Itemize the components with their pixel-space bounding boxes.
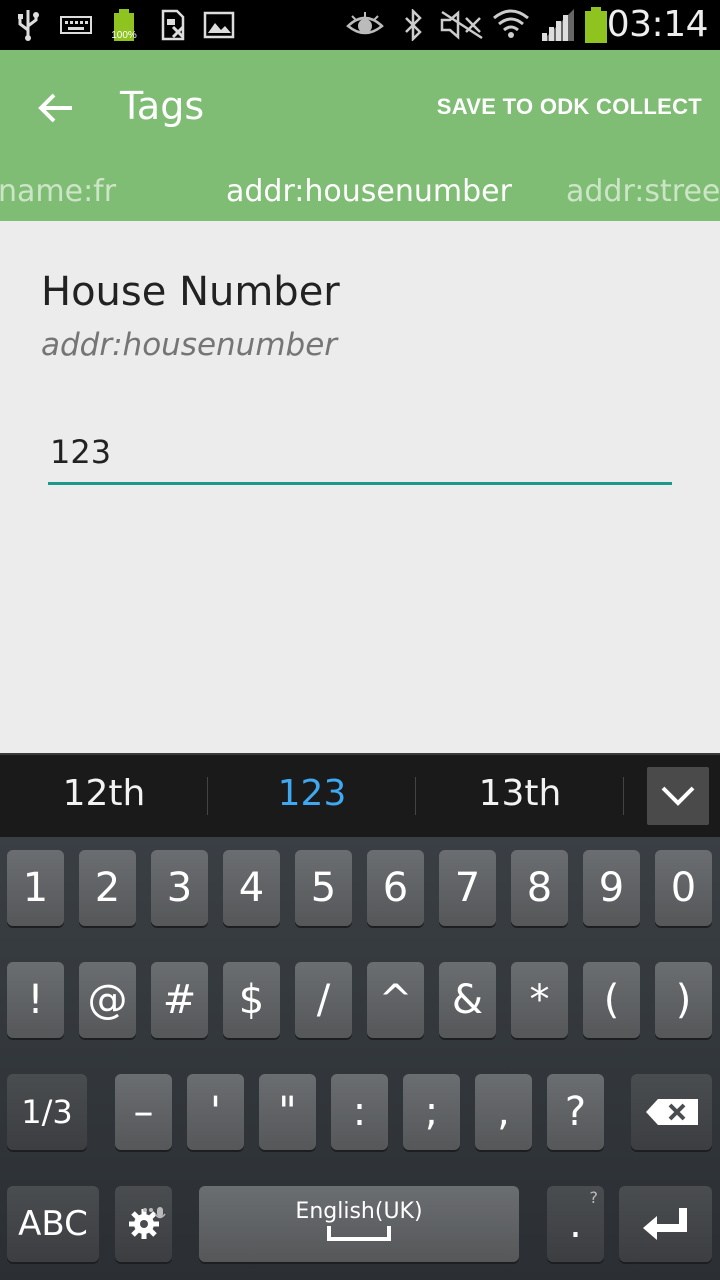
- tag-tabs: name:fr addr:housenumber addr:street: [0, 162, 720, 221]
- key-symbols-page[interactable]: 1/3: [7, 1074, 87, 1150]
- key-close-paren[interactable]: ): [655, 962, 712, 1038]
- battery-percent: 100%: [111, 30, 137, 41]
- key-6[interactable]: 6: [367, 850, 424, 926]
- eye-icon: [346, 8, 384, 42]
- enter-icon: [642, 1208, 687, 1240]
- key-dollar[interactable]: $: [223, 962, 280, 1038]
- key-1[interactable]: 1: [7, 850, 64, 926]
- suggestion-divider: [623, 777, 624, 815]
- status-bar: 100% 03:14: [0, 0, 720, 50]
- key-caret[interactable]: ^: [367, 962, 424, 1038]
- key-apostrophe[interactable]: ': [187, 1074, 244, 1150]
- tab-addr-street[interactable]: addr:street: [566, 174, 720, 209]
- field-label: House Number: [41, 269, 340, 315]
- save-to-odk-collect-button[interactable]: SAVE TO ODK COLLECT: [437, 94, 702, 120]
- tab-name-fr[interactable]: name:fr: [0, 174, 116, 209]
- key-hash[interactable]: #: [151, 962, 208, 1038]
- key-question[interactable]: ?: [547, 1074, 604, 1150]
- microphone-hint-icon: [142, 1188, 168, 1234]
- image-icon: [202, 8, 236, 42]
- arrow-left-icon: [38, 93, 72, 123]
- key-quote[interactable]: ": [259, 1074, 316, 1150]
- period-key-hint: ?: [589, 1188, 599, 1207]
- battery-small-icon: 100%: [108, 8, 140, 42]
- key-3[interactable]: 3: [151, 850, 208, 926]
- chevron-down-icon: [661, 786, 695, 806]
- back-button[interactable]: [30, 82, 82, 134]
- backspace-icon: [645, 1099, 698, 1125]
- key-exclamation[interactable]: !: [7, 962, 64, 1038]
- key-open-paren[interactable]: (: [583, 962, 640, 1038]
- settings-key[interactable]: [115, 1186, 172, 1262]
- signal-icon: [540, 8, 576, 42]
- tab-addr-housenumber[interactable]: addr:housenumber: [226, 174, 512, 209]
- key-ampersand[interactable]: &: [439, 962, 496, 1038]
- space-key-label: English(UK): [295, 1198, 423, 1224]
- space-key[interactable]: English(UK): [199, 1186, 519, 1262]
- tag-form: House Number addr:housenumber: [0, 221, 720, 753]
- status-time: 03:14: [606, 4, 709, 45]
- soft-keyboard: 12th 123 13th 1 2 3 4 5 6 7 8 9 0 ! @ # …: [0, 753, 720, 1280]
- keyboard-icon: [60, 8, 92, 42]
- period-key-label: .: [569, 1201, 582, 1247]
- mute-icon: [440, 8, 484, 42]
- key-9[interactable]: 9: [583, 850, 640, 926]
- suggestion-right[interactable]: 13th: [416, 773, 624, 814]
- house-number-input[interactable]: [48, 421, 672, 485]
- wifi-icon: [492, 8, 530, 42]
- enter-key[interactable]: [619, 1186, 712, 1262]
- key-comma[interactable]: ,: [475, 1074, 532, 1150]
- key-7[interactable]: 7: [439, 850, 496, 926]
- key-slash[interactable]: /: [295, 962, 352, 1038]
- sim-icon: [158, 8, 188, 42]
- key-0[interactable]: 0: [655, 850, 712, 926]
- usb-icon: [14, 8, 42, 42]
- key-colon[interactable]: :: [331, 1074, 388, 1150]
- key-2[interactable]: 2: [79, 850, 136, 926]
- key-4[interactable]: 4: [223, 850, 280, 926]
- page-title: Tags: [120, 84, 205, 128]
- field-key: addr:housenumber: [41, 327, 338, 363]
- key-8[interactable]: 8: [511, 850, 568, 926]
- space-bar-icon: [327, 1225, 391, 1241]
- suggestion-left[interactable]: 12th: [0, 773, 208, 814]
- key-semicolon[interactable]: ;: [403, 1074, 460, 1150]
- bluetooth-icon: [400, 8, 426, 42]
- key-asterisk[interactable]: *: [511, 962, 568, 1038]
- backspace-key[interactable]: [631, 1074, 712, 1150]
- app-bar: Tags SAVE TO ODK COLLECT: [0, 50, 720, 162]
- collapse-suggestions-button[interactable]: [647, 767, 709, 825]
- keyboard-keys: 1 2 3 4 5 6 7 8 9 0 ! @ # $ / ^ & * ( ) …: [0, 837, 720, 1280]
- abc-key[interactable]: ABC: [7, 1186, 99, 1262]
- key-at[interactable]: @: [79, 962, 136, 1038]
- suggestion-bar: 12th 123 13th: [0, 753, 720, 837]
- suggestion-center[interactable]: 123: [208, 773, 416, 814]
- key-5[interactable]: 5: [295, 850, 352, 926]
- key-dash[interactable]: –: [115, 1074, 172, 1150]
- period-key[interactable]: . ?: [547, 1186, 604, 1262]
